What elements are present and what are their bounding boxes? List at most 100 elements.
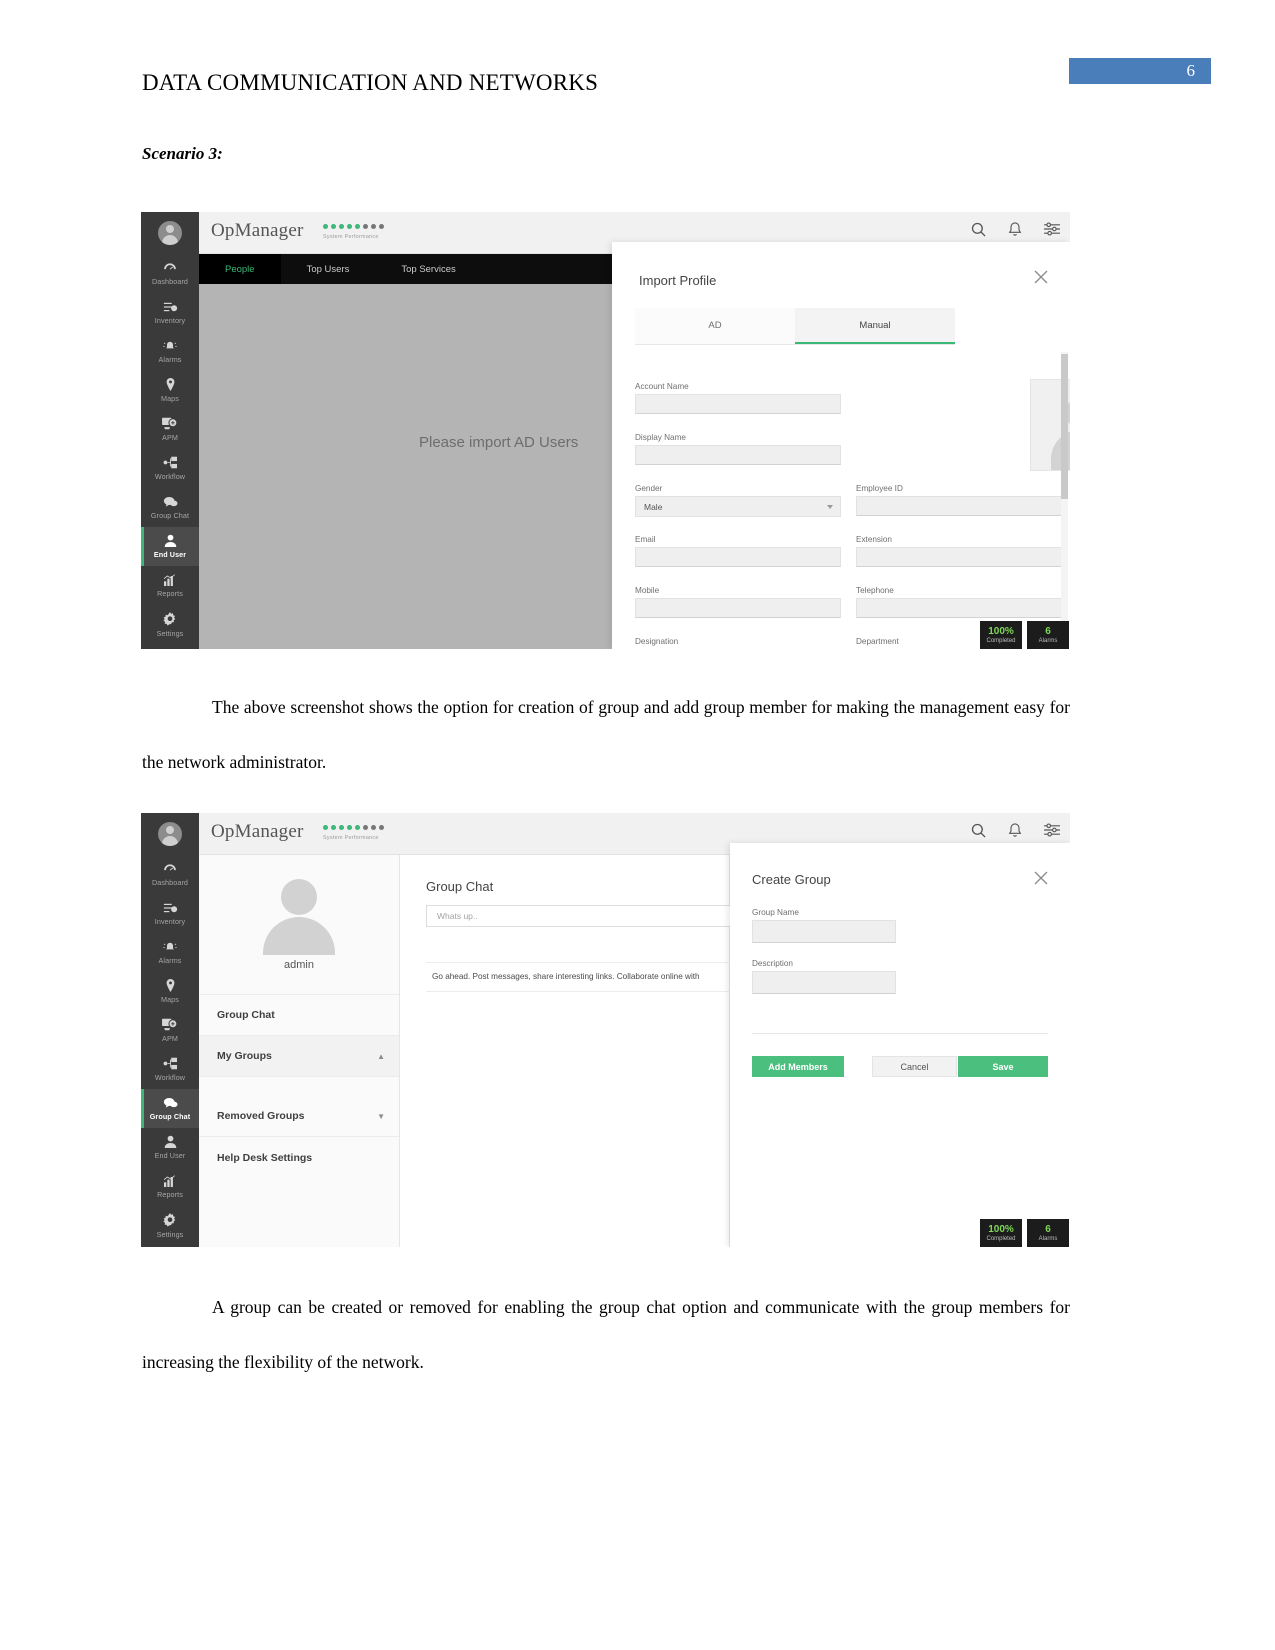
status-badge-value: 6 <box>1045 625 1051 637</box>
gear-icon <box>163 611 177 628</box>
user-profile-block: admin <box>199 855 399 995</box>
list-check-icon <box>163 902 178 916</box>
app1-sidebar-avatar[interactable] <box>141 212 199 254</box>
email-field[interactable] <box>635 547 841 567</box>
search-icon[interactable] <box>971 222 986 237</box>
status-badge-value: 6 <box>1045 1223 1051 1235</box>
paragraph-two: A group can be created or removed for en… <box>142 1280 1070 1390</box>
extension-input[interactable] <box>856 547 1062 567</box>
tab-ad[interactable]: AD <box>635 308 795 344</box>
settings-sliders-icon[interactable] <box>1044 823 1060 838</box>
sidebar-item-dashboard[interactable]: Dashboard <box>141 254 199 293</box>
sidebar-item-alarms[interactable]: Alarms <box>141 332 199 371</box>
save-button[interactable]: Save <box>958 1056 1048 1077</box>
tab-manual[interactable]: Manual <box>795 308 955 344</box>
display-name-input[interactable] <box>635 445 841 465</box>
account-name-label: Account Name <box>635 382 689 391</box>
avatar-head-shape <box>281 878 317 915</box>
paragraph-two-text: A group can be created or removed for en… <box>142 1297 1070 1372</box>
chevron-up-icon: ▲ <box>377 1051 385 1061</box>
sidebar-item-workflow[interactable]: Workflow <box>141 1050 199 1089</box>
bell-icon[interactable] <box>1008 222 1022 237</box>
status-badge-caption: Alarms <box>1038 1235 1058 1242</box>
chevron-down-icon: ▼ <box>377 1111 385 1121</box>
sidebar-item-maps[interactable]: Maps <box>141 371 199 410</box>
list-item-label: My Groups <box>217 1050 272 1062</box>
sidebar-item-label: Group Chat <box>149 1111 191 1121</box>
mobile-label: Mobile <box>635 586 660 595</box>
extension-label: Extension <box>856 535 892 544</box>
app2-brand-tagline: System Performance <box>323 835 379 841</box>
sidebar-item-label: Settings <box>156 628 184 638</box>
app2-sidebar-avatar[interactable] <box>141 813 199 855</box>
workflow-icon <box>163 1057 178 1072</box>
tab-people[interactable]: People <box>199 254 281 284</box>
settings-sliders-icon[interactable] <box>1044 222 1060 237</box>
account-name-input[interactable] <box>635 394 841 414</box>
sidebar-item-apm[interactable]: APM <box>141 1011 199 1050</box>
sidebar-item-label: Alarms <box>158 955 182 965</box>
list-item-label: Removed Groups <box>217 1110 305 1122</box>
sidebar-item-label: APM <box>162 1034 178 1043</box>
employee-id-input[interactable] <box>856 496 1062 516</box>
sidebar-item-inventory[interactable]: Inventory <box>141 293 199 332</box>
close-icon[interactable] <box>1034 871 1048 889</box>
modal-scrollbar-thumb[interactable] <box>1061 354 1068 499</box>
sidebar-item-dashboard[interactable]: Dashboard <box>141 855 199 894</box>
gauge-icon <box>163 863 177 877</box>
list-item-group-chat[interactable]: Group Chat <box>199 995 399 1036</box>
import-profile-modal: Import Profile AD Manual Account Name Di… <box>612 242 1070 649</box>
sidebar-item-workflow[interactable]: Workflow <box>141 449 199 488</box>
tab-top-services[interactable]: Top Services <box>375 254 481 284</box>
status-badge-caption: Completed <box>986 1235 1016 1242</box>
sidebar-item-label: Group Chat <box>150 510 190 520</box>
employee-id-label: Employee ID <box>856 484 903 493</box>
add-members-button[interactable]: Add Members <box>752 1056 844 1077</box>
sidebar-item-reports[interactable]: Reports <box>141 1167 199 1206</box>
sidebar-item-label: Workflow <box>154 472 186 481</box>
avatar <box>158 822 182 846</box>
modal-title: Create Group <box>752 872 831 887</box>
telephone-input[interactable] <box>856 598 1062 618</box>
list-item-help-desk-settings[interactable]: Help Desk Settings <box>199 1137 399 1178</box>
sidebar-item-reports[interactable]: Reports <box>141 566 199 605</box>
group-chat-left-panel: admin Group Chat My Groups ▲ Removed Gro… <box>199 855 400 1247</box>
sidebar-item-group-chat[interactable]: Group Chat <box>141 1089 199 1128</box>
sidebar-item-alarms[interactable]: Alarms <box>141 933 199 972</box>
description-input[interactable] <box>752 971 896 994</box>
sidebar-item-inventory[interactable]: Inventory <box>141 894 199 933</box>
sidebar-item-label: Maps <box>161 394 179 403</box>
close-icon[interactable] <box>1034 270 1048 288</box>
sidebar-item-group-chat[interactable]: Group Chat <box>141 488 199 527</box>
sidebar-item-apm[interactable]: APM <box>141 410 199 449</box>
workflow-icon <box>163 456 178 471</box>
avatar <box>158 221 182 245</box>
bar-chart-icon <box>163 1174 177 1189</box>
sidebar-item-end-user[interactable]: End User <box>141 1128 199 1167</box>
app2-sidebar: Dashboard Inventory Alarms Maps APM Work… <box>141 813 199 1247</box>
mobile-input[interactable] <box>635 598 841 618</box>
app1-sidebar: Dashboard Inventory Alarms Maps APM Work… <box>141 212 199 649</box>
cancel-button[interactable]: Cancel <box>872 1056 957 1077</box>
list-item-my-groups[interactable]: My Groups ▲ <box>199 1036 399 1077</box>
sidebar-item-end-user[interactable]: End User <box>141 527 199 566</box>
bell-alert-icon <box>162 941 178 955</box>
status-badge-value: 100% <box>988 625 1014 637</box>
sidebar-item-label: Reports <box>157 588 183 598</box>
sidebar-item-maps[interactable]: Maps <box>141 972 199 1011</box>
brand-dots-icon <box>323 224 384 229</box>
bell-icon[interactable] <box>1008 823 1022 838</box>
gauge-icon <box>163 262 177 276</box>
sidebar-item-settings[interactable]: Settings <box>141 605 199 644</box>
status-badge-completed: 100% Completed <box>980 621 1022 649</box>
tab-top-users[interactable]: Top Users <box>281 254 376 284</box>
chat-status-input[interactable]: Whats up.. <box>426 905 754 927</box>
search-icon[interactable] <box>971 823 986 838</box>
group-name-input[interactable] <box>752 920 896 943</box>
gender-select[interactable]: Male <box>635 496 841 517</box>
sidebar-item-settings[interactable]: Settings <box>141 1206 199 1245</box>
app1-brand-tagline: System Performance <box>323 234 379 240</box>
monitor-search-icon <box>162 417 178 432</box>
list-item-removed-groups[interactable]: Removed Groups ▼ <box>199 1096 399 1137</box>
chat-status-placeholder: Whats up.. <box>437 911 478 921</box>
